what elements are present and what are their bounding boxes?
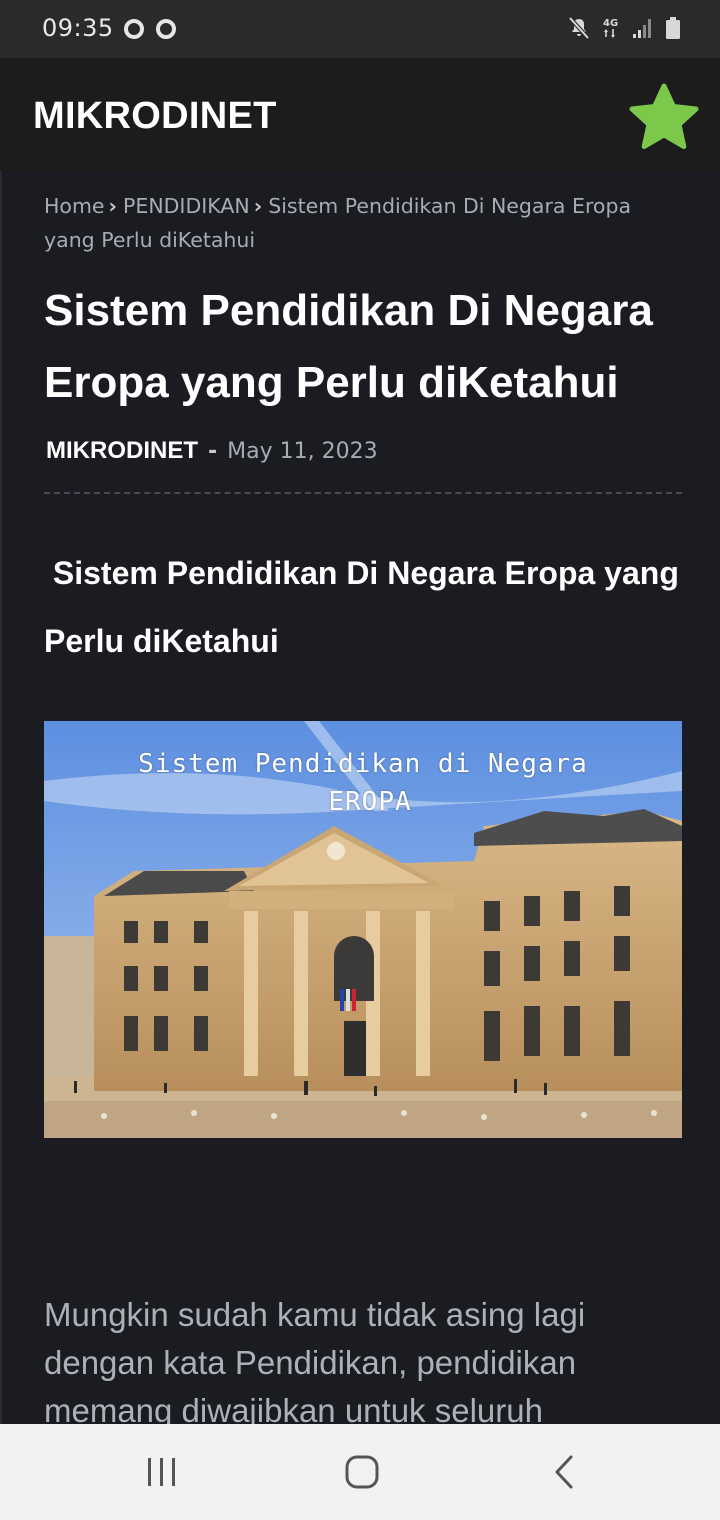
post-title: Sistem Pendidikan Di Negara Eropa yang P… <box>44 286 653 407</box>
status-bar: 09:35 4G <box>0 0 720 58</box>
svg-text:4G: 4G <box>603 18 618 29</box>
image-caption-line2: EROPA <box>328 787 412 817</box>
signal-icon <box>633 19 651 38</box>
building-photo <box>44 721 682 1138</box>
chevron-right-icon: › <box>253 194 263 218</box>
image-caption-line1: Sistem Pendidikan di Negara <box>138 749 588 779</box>
divider <box>44 492 682 494</box>
recents-icon <box>148 1458 175 1486</box>
star-icon <box>629 83 699 149</box>
breadcrumb-category[interactable]: PENDIDIKAN <box>123 194 250 218</box>
app-bar: MIKRODINET <box>0 58 720 171</box>
breadcrumb-home[interactable]: Home <box>44 194 105 218</box>
post-author[interactable]: MIKRODINET <box>46 437 198 464</box>
opera-icon <box>124 19 144 39</box>
chevron-right-icon: › <box>108 194 117 218</box>
status-icons: 4G <box>568 16 680 40</box>
site-title[interactable]: MIKRODINET <box>33 95 277 138</box>
home-icon <box>345 1455 379 1489</box>
opera-icon <box>156 19 176 39</box>
post-date: May 11, 2023 <box>227 439 378 464</box>
post-subheading-text: Sistem Pendidikan Di Negara Eropa yang P… <box>44 555 679 659</box>
battery-icon <box>666 17 680 39</box>
recents-button[interactable] <box>142 1452 182 1492</box>
post-subheading: Sistem Pendidikan Di Negara Eropa yang P… <box>44 539 684 675</box>
post-meta: MIKRODINET - May 11, 2023 <box>46 437 378 465</box>
home-button[interactable] <box>342 1452 382 1492</box>
meta-separator: - <box>208 439 218 464</box>
article-body-text: Mungkin sudah kamu tidak asing lagi deng… <box>44 1296 586 1424</box>
article-content: Home › PENDIDIKAN › Sistem Pendidikan Di Neg… <box>0 171 720 1424</box>
network-4g-icon: 4G <box>603 18 618 38</box>
system-nav-bar <box>0 1424 720 1520</box>
article-image[interactable]: Sistem Pendidikan di Negara EROPA <box>44 721 682 1138</box>
back-icon <box>555 1455 573 1489</box>
favorite-button[interactable] <box>628 82 700 150</box>
mute-icon <box>568 16 590 40</box>
status-time: 09:35 <box>42 14 114 42</box>
back-button[interactable] <box>545 1452 585 1492</box>
breadcrumb: Home › PENDIDIKAN › Sistem Pendidikan Di Neg… <box>44 189 684 257</box>
